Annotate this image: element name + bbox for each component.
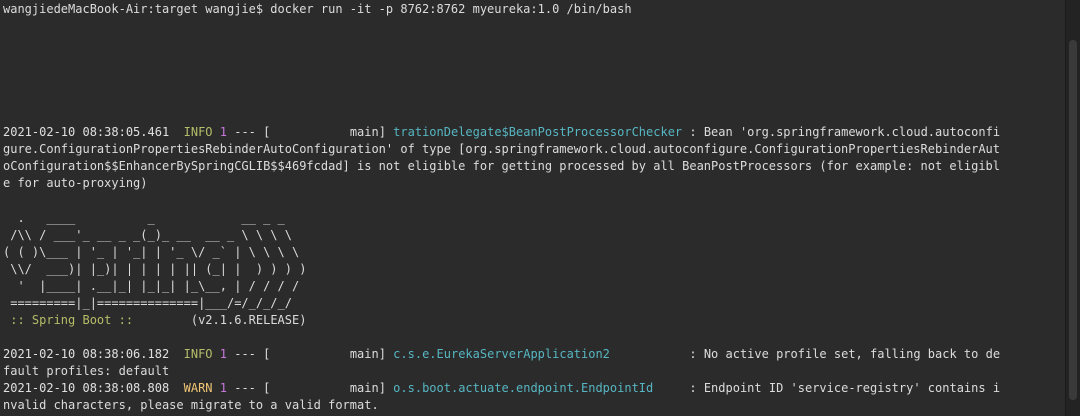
log-logger: c.s.e.EurekaServerApplication2 (393, 347, 683, 361)
log-line-1-cont-2: oConfiguration$$EnhancerBySpringCGLIB$$4… (3, 159, 1000, 173)
log-level: INFO (183, 347, 213, 361)
log-line-1-cont-3: e for auto-proxying) (3, 176, 148, 190)
vertical-scrollbar[interactable] (1065, 0, 1080, 416)
log-line-1-cont-1: gure.ConfigurationPropertiesRebinderAuto… (3, 142, 1000, 156)
log-thread: --- [ main] (227, 381, 394, 395)
log-message: : Bean 'org.springframework.cloud.autoco… (682, 125, 1001, 139)
log-thread: --- [ main] (227, 125, 394, 139)
log-line-2-cont: fault profiles: default (3, 364, 170, 378)
log-message: : Endpoint ID 'service-registry' contain… (682, 381, 1001, 395)
log-level: INFO (183, 125, 213, 139)
banner-line-2: /\\ / ___'_ __ _ _(_)_ __ __ _ \ \ \ \ (3, 228, 292, 242)
spring-boot-version: (v2.1.6.RELEASE) (140, 313, 307, 327)
log-logger: trationDelegate$BeanPostProcessorChecker (393, 125, 683, 139)
banner-line-1: . ____ _ __ _ _ (3, 211, 285, 225)
log-message: : No active profile set, falling back to… (682, 347, 1001, 361)
log-line-3-cont: nvalid characters, please migrate to a v… (3, 398, 379, 412)
log-pid: 1 (219, 381, 227, 395)
shell-prompt-line: wangjiedeMacBook-Air:target wangjie$ doc… (3, 2, 632, 16)
banner-line-4: \\/ ___)| |_)| | | | | || (_| | ) ) ) ) (3, 262, 307, 276)
log-pid: 1 (219, 125, 227, 139)
log-line-1: 2021-02-10 08:38:05.461 INFO 1 --- [ mai… (3, 124, 1000, 141)
log-pid: 1 (219, 347, 227, 361)
banner-line-6: =========|_|==============|___/=/_/_/_/ (3, 296, 292, 310)
log-timestamp: 2021-02-10 08:38:06.182 (3, 347, 170, 361)
log-logger: o.s.boot.actuate.endpoint.EndpointId (393, 381, 683, 395)
spring-boot-version-line: :: Spring Boot :: (v2.1.6.RELEASE) (3, 312, 306, 329)
terminal-output[interactable]: wangjiedeMacBook-Air:target wangjie$ doc… (0, 0, 1066, 416)
log-line-2: 2021-02-10 08:38:06.182 INFO 1 --- [ mai… (3, 346, 1000, 363)
log-thread: --- [ main] (227, 347, 394, 361)
banner-line-5: ' |____| .__|_| |_|_| |_\__, | / / / / (3, 279, 300, 293)
banner-line-3: ( ( )\___ | '_ | '_| | '_ \/ _` | \ \ \ … (3, 245, 300, 259)
scrollbar-thumb[interactable] (1069, 40, 1077, 400)
log-timestamp: 2021-02-10 08:38:08.808 (3, 381, 170, 395)
spring-boot-label: :: Spring Boot :: (3, 313, 141, 327)
log-line-3: 2021-02-10 08:38:08.808 WARN 1 --- [ mai… (3, 380, 1000, 397)
log-timestamp: 2021-02-10 08:38:05.461 (3, 125, 170, 139)
log-level: WARN (183, 381, 213, 395)
